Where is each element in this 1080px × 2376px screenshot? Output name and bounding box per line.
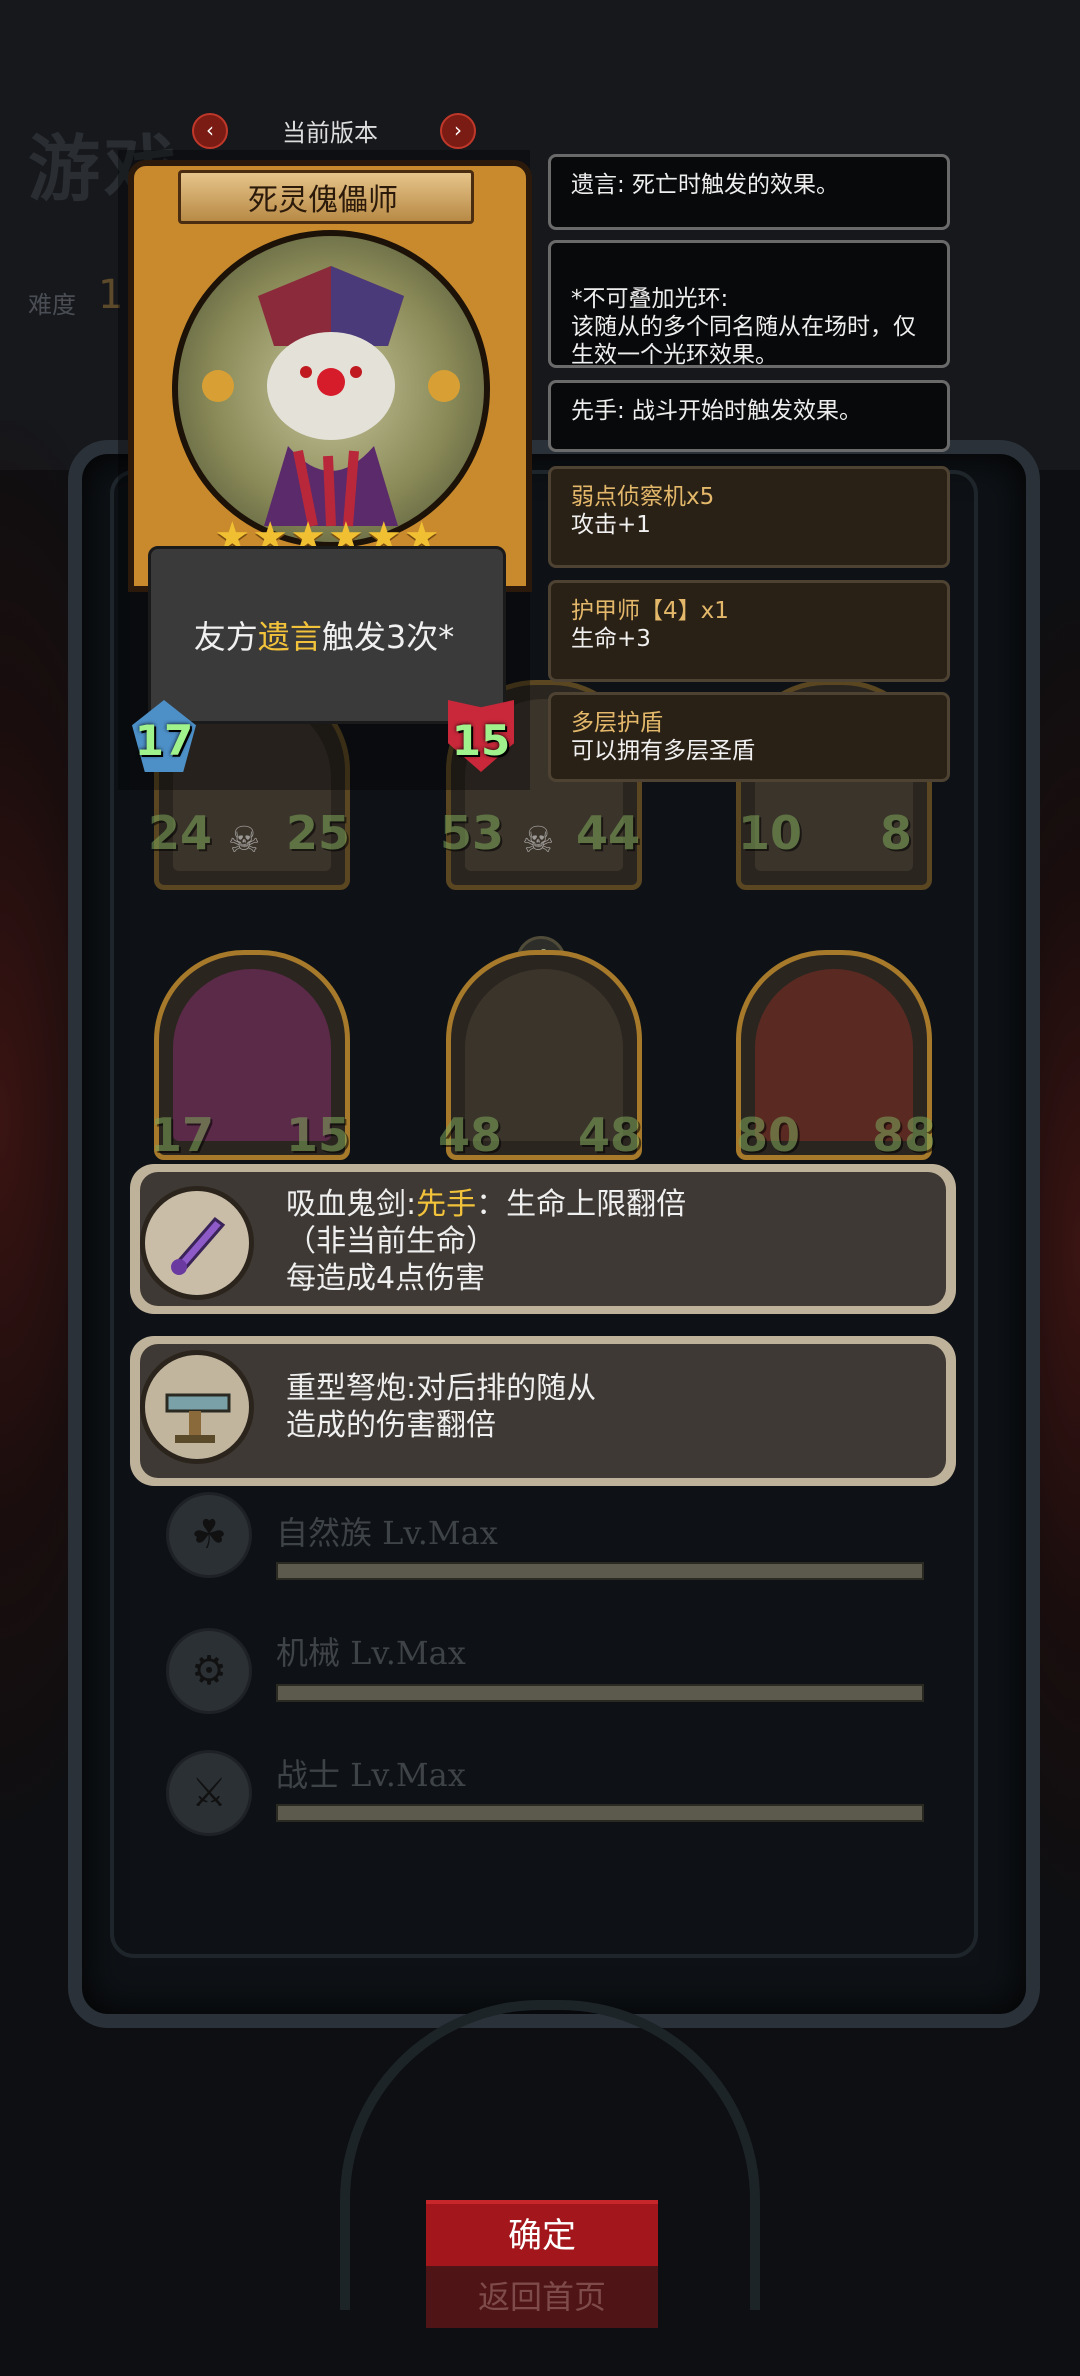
card-health: 15 — [451, 716, 511, 765]
warrior-icon: ⚔ — [166, 1750, 252, 1836]
card-text-keyword: 遗言 — [257, 618, 322, 656]
minion-health: 25 — [286, 806, 351, 860]
tooltip-body: 可以拥有多层圣盾 — [571, 738, 755, 764]
nature-icon: ☘ — [166, 1492, 252, 1578]
equipment-line2: （非当前生命） — [286, 1224, 496, 1259]
level-progress-bar — [276, 1684, 924, 1702]
minion-health: 15 — [286, 1108, 351, 1162]
equipment-name: 吸血鬼剑 — [286, 1187, 406, 1222]
card-title: 死灵傀儡师 — [248, 183, 398, 218]
mech-icon: ⚙ — [166, 1628, 252, 1714]
buff-tooltip: 弱点侦察机x5 攻击+1 — [548, 466, 950, 568]
tooltip-body: 攻击+1 — [571, 512, 651, 538]
equipment-line1: :对后排的随从 — [406, 1371, 597, 1406]
equipment-colon: : — [406, 1187, 417, 1222]
buff-tooltip: 护甲师【4】x1 生命+3 — [548, 580, 950, 682]
card-ability-text: 友方遗言触发3次* — [148, 612, 500, 658]
prev-version-button[interactable]: ‹ — [192, 113, 228, 149]
minion-attack: 17 — [150, 1108, 215, 1162]
vampire-sword-icon — [140, 1186, 254, 1300]
tooltip-title: 弱点侦察机x5 — [571, 484, 715, 510]
minion-attack: 53 — [440, 806, 505, 860]
version-label: 当前版本 — [282, 119, 378, 147]
card-portrait — [172, 230, 490, 548]
equipment-line3: 每造成4点伤害 — [286, 1261, 486, 1296]
level-label: 机械 Lv.Max — [276, 1634, 466, 1672]
minion-health: 44 — [576, 806, 641, 860]
equipment-name: 重型弩炮 — [286, 1371, 406, 1406]
minion-attack: 10 — [738, 806, 803, 860]
skull-icon: ☠ — [228, 820, 261, 861]
minion-attack: 24 — [148, 806, 213, 860]
tooltip-body: *不可叠加光环: 该随从的多个同名随从在场时，仅生效一个光环效果。 — [571, 286, 916, 368]
keyword-tooltip: 遗言: 死亡时触发的效果。 — [548, 154, 950, 230]
tooltip-title: 护甲师【4】x1 — [571, 598, 729, 624]
minion-attack: 48 — [438, 1108, 503, 1162]
equipment-description: 重型弩炮:对后排的随从 造成的伤害翻倍 — [286, 1370, 596, 1444]
equipment-keyword: 先手 — [416, 1187, 477, 1222]
minion-attack: 80 — [736, 1108, 801, 1162]
confirm-button-label: 确定 — [508, 2216, 576, 2256]
level-label: 战士 Lv.Max — [276, 1756, 466, 1794]
keyword-tooltip: *不可叠加光环: 该随从的多个同名随从在场时，仅生效一个光环效果。 — [548, 240, 950, 368]
tooltip-title: 多层护盾 — [571, 710, 663, 736]
difficulty-label: 难度 — [28, 291, 76, 319]
equipment-line1: ：生命上限翻倍 — [476, 1187, 687, 1222]
keyword-tooltip: 先手: 战斗开始时触发效果。 — [548, 380, 950, 452]
heavy-ballista-icon — [140, 1350, 254, 1464]
minion-health: 48 — [578, 1108, 643, 1162]
buff-tooltip: 多层护盾 可以拥有多层圣盾 — [548, 692, 950, 782]
card-attack: 17 — [134, 716, 194, 765]
equipment-description: 吸血鬼剑:先手：生命上限翻倍 （非当前生命） 每造成4点伤害 — [286, 1186, 686, 1297]
chevron-right-icon: › — [454, 118, 462, 142]
tooltip-body: 先手: 战斗开始时触发效果。 — [571, 398, 863, 424]
level-progress-bar — [276, 1804, 924, 1822]
card-text-suffix: 触发3次* — [321, 618, 455, 656]
next-version-button[interactable]: › — [440, 113, 476, 149]
back-home-button-label: 返回首页 — [477, 2278, 606, 2316]
skull-icon: ☠ — [522, 820, 555, 861]
minion-health: 8 — [880, 806, 913, 860]
level-label: 自然族 Lv.Max — [276, 1514, 498, 1552]
chevron-left-icon: ‹ — [206, 118, 214, 142]
tooltip-body: 遗言: 死亡时触发的效果。 — [571, 172, 840, 198]
equipment-line2: 造成的伤害翻倍 — [286, 1408, 496, 1443]
card-text-prefix: 友方 — [193, 618, 258, 656]
level-progress-bar — [276, 1562, 924, 1580]
minion-health: 88 — [872, 1108, 937, 1162]
tooltip-body: 生命+3 — [571, 626, 651, 652]
